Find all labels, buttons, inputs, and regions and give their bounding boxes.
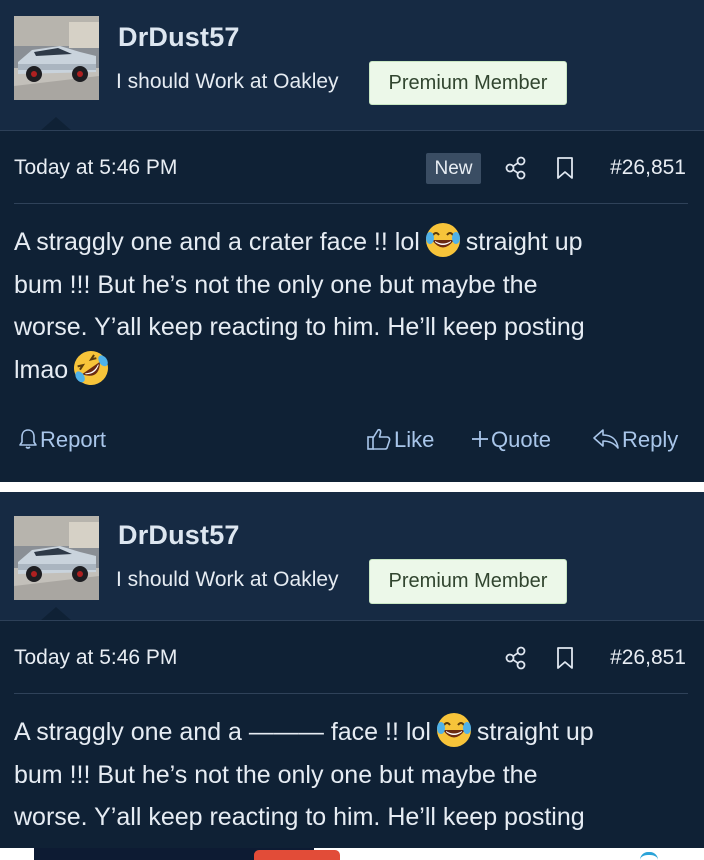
reply-label: Reply bbox=[622, 427, 679, 452]
post-date-link[interactable]: Today at 5:46 PM bbox=[14, 156, 177, 180]
post-author-header: DrDust57 I should Work at Oakley Premium… bbox=[0, 492, 704, 621]
avatar[interactable] bbox=[14, 516, 99, 600]
meta-divider bbox=[14, 203, 688, 204]
ad-banner[interactable] bbox=[0, 848, 704, 860]
bell-icon bbox=[19, 429, 37, 449]
quote-button[interactable]: Quote bbox=[471, 425, 551, 455]
message-line: worse. Y’all keep reacting to him. He’ll… bbox=[14, 313, 585, 341]
post-message: A straggly one and a crater face !! lol … bbox=[14, 221, 694, 391]
like-label: Like bbox=[394, 427, 435, 452]
user-title: I should Work at Oakley bbox=[116, 568, 339, 591]
avatar[interactable] bbox=[14, 16, 99, 100]
like-button[interactable]: Like bbox=[366, 425, 434, 455]
face-with-tears-of-joy-icon bbox=[436, 713, 471, 748]
forum-post: DrDust57 I should Work at Oakley Premium… bbox=[0, 0, 704, 482]
message-line: A straggly one and a ——— face !! lol str… bbox=[14, 711, 694, 754]
post-actions: Report Like Quote Reply bbox=[0, 425, 704, 461]
post-number-link[interactable]: #26,851 bbox=[610, 646, 686, 670]
rolling-on-floor-laughing-icon bbox=[74, 350, 109, 385]
message-line: A straggly one and a crater face !! lol … bbox=[14, 221, 694, 264]
quote-label: Quote bbox=[491, 427, 551, 452]
plus-icon bbox=[472, 431, 488, 448]
reply-arrow-icon bbox=[593, 429, 619, 449]
bookmark-icon[interactable] bbox=[555, 646, 575, 670]
face-with-tears-of-joy-icon bbox=[425, 223, 460, 258]
premium-member-badge: Premium Member bbox=[369, 61, 567, 105]
new-badge: New bbox=[426, 153, 481, 184]
message-text: straight up bbox=[476, 718, 594, 746]
ad-choices-icon[interactable] bbox=[640, 852, 658, 860]
bookmark-icon[interactable] bbox=[555, 156, 575, 180]
message-line: lmao bbox=[14, 349, 694, 392]
premium-member-badge: Premium Member bbox=[369, 559, 567, 604]
post-meta-row: Today at 5:46 PM New #26,851 bbox=[0, 131, 704, 204]
ad-logo bbox=[254, 850, 340, 860]
message-line: bum !!! But he’s not the only one but ma… bbox=[14, 270, 538, 299]
share-icon[interactable] bbox=[505, 646, 527, 670]
report-button[interactable]: Report bbox=[18, 425, 106, 455]
message-text: straight up bbox=[465, 228, 583, 256]
header-pointer bbox=[40, 607, 72, 621]
message-text: A straggly one and a ——— face !! lol bbox=[14, 718, 431, 746]
message-text: A straggly one and a crater face !! lol bbox=[14, 228, 420, 256]
post-date-link[interactable]: Today at 5:46 PM bbox=[14, 646, 177, 670]
meta-divider bbox=[14, 693, 688, 694]
post-body: Today at 5:46 PM New #26,851 A straggly … bbox=[0, 131, 704, 482]
avatar-car-image bbox=[14, 516, 99, 600]
user-title: I should Work at Oakley bbox=[116, 70, 339, 93]
post-message: A straggly one and a ——— face !! lol str… bbox=[14, 711, 694, 839]
post-author-header: DrDust57 I should Work at Oakley Premium… bbox=[0, 0, 704, 131]
ad-image bbox=[34, 848, 340, 860]
forum-post: DrDust57 I should Work at Oakley Premium… bbox=[0, 492, 704, 860]
username-link[interactable]: DrDust57 bbox=[118, 22, 240, 53]
avatar-car-image bbox=[14, 16, 99, 100]
reply-button[interactable]: Reply bbox=[592, 425, 678, 455]
message-line: worse. Y’all keep reacting to him. He’ll… bbox=[14, 803, 585, 831]
thumbs-up-icon bbox=[367, 429, 391, 450]
header-pointer bbox=[40, 117, 72, 131]
post-meta-row: Today at 5:46 PM #26,851 bbox=[0, 621, 704, 694]
share-icon[interactable] bbox=[505, 156, 527, 180]
message-text: lmao bbox=[14, 355, 69, 384]
post-number-link[interactable]: #26,851 bbox=[610, 156, 686, 180]
username-link[interactable]: DrDust57 bbox=[118, 520, 240, 551]
report-label: Report bbox=[40, 427, 107, 452]
message-line: bum !!! But he’s not the only one but ma… bbox=[14, 760, 538, 789]
post-body: Today at 5:46 PM #26,851 A straggly one … bbox=[0, 621, 704, 860]
